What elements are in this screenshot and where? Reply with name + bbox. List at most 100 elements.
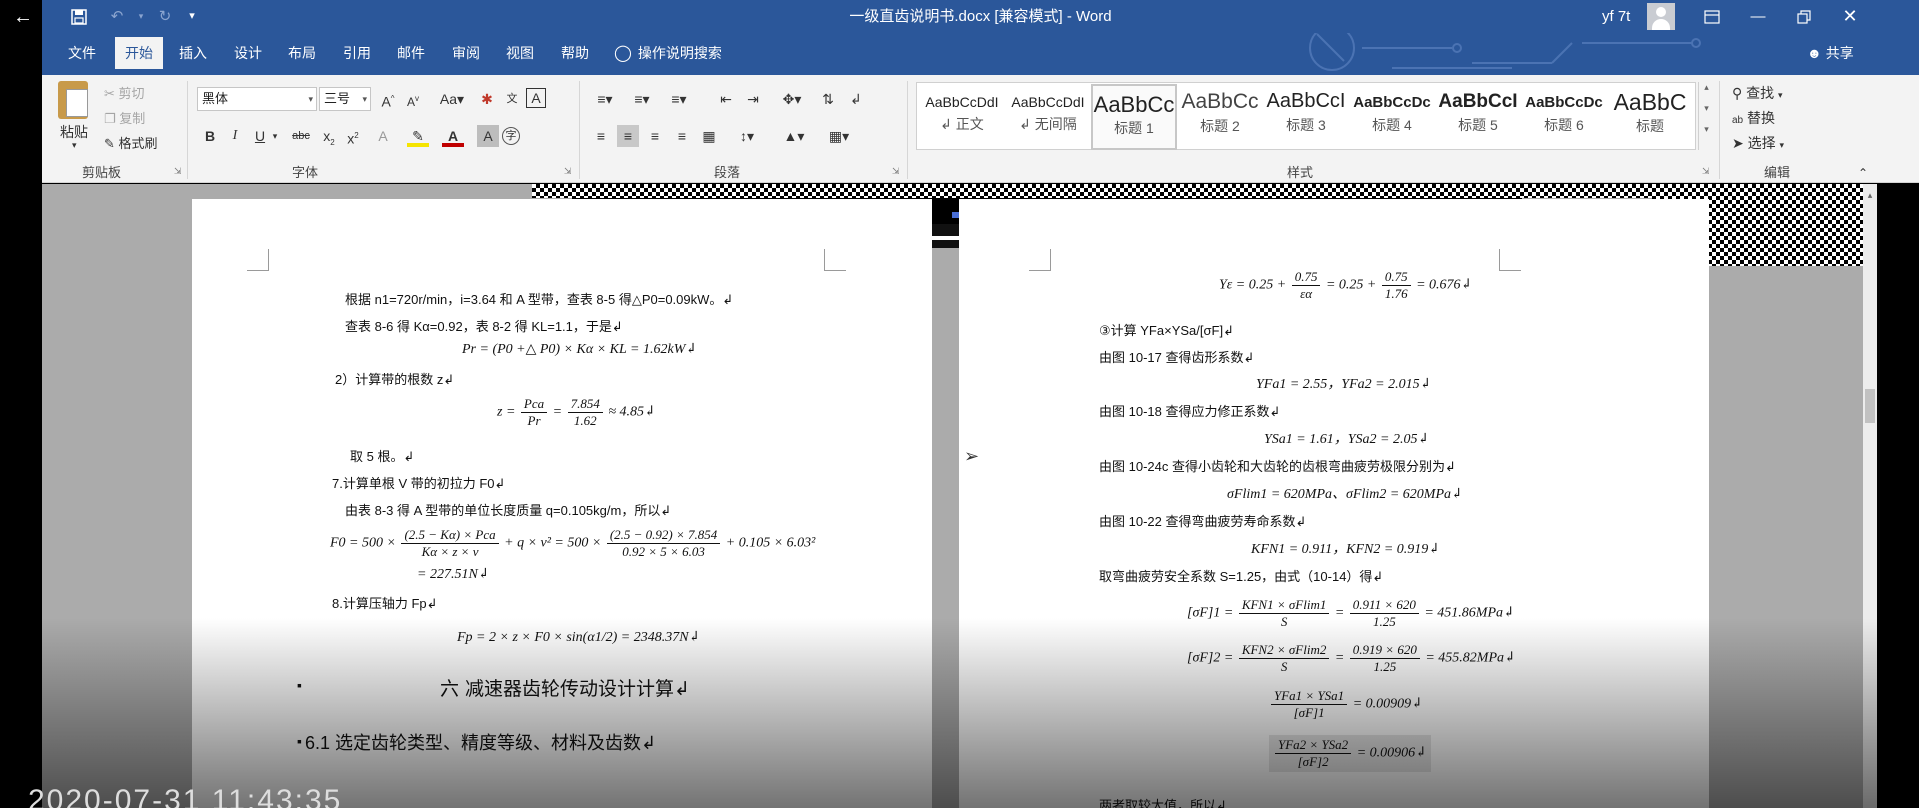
minimize-icon[interactable]: — — [1735, 0, 1781, 33]
overlay-timestamp: 2020-07-31 11:43:35 — [28, 784, 343, 808]
tab-insert[interactable]: 插入 — [169, 37, 217, 69]
tab-home[interactable]: 开始 — [115, 37, 163, 69]
tab-mailings[interactable]: 邮件 — [387, 37, 435, 69]
italic-icon[interactable]: I — [224, 125, 246, 147]
share-label: 共享 — [1825, 45, 1854, 61]
divider — [579, 81, 580, 179]
style-heading-5[interactable]: AaBbCcI 标题 5 — [1435, 84, 1521, 150]
style-normal[interactable]: AaBbCcDdI ↲ 正文 — [919, 84, 1005, 150]
borders-icon[interactable]: ▦▾ — [822, 125, 856, 147]
replace-button[interactable]: ab 替换 — [1732, 108, 1775, 128]
styles-scroll[interactable]: ▴ ▾ ▾ — [1698, 82, 1714, 150]
tab-file[interactable]: 文件 — [58, 37, 106, 69]
tab-review[interactable]: 审阅 — [442, 37, 490, 69]
document-area[interactable]: 根据 n1=720r/min，i=3.64 和 A 型带，查表 8-5 得△P0… — [42, 184, 1877, 808]
style-no-spacing[interactable]: AaBbCcDdI ↲ 无间隔 — [1005, 84, 1091, 150]
align-right-icon[interactable]: ≡ — [644, 125, 666, 147]
style-heading-2[interactable]: AaBbCc 标题 2 — [1177, 84, 1263, 150]
increase-indent-icon[interactable]: ⇥ — [742, 88, 764, 110]
copy-button[interactable]: ❐ 复制 — [104, 108, 145, 127]
vertical-scrollbar[interactable] — [1863, 184, 1877, 808]
paragraph-group-label: 段落 — [714, 165, 741, 180]
character-border-icon[interactable]: A — [526, 88, 546, 108]
scrollbar-thumb[interactable] — [1865, 389, 1875, 423]
scissors-icon: ✂ — [104, 86, 115, 101]
bold-icon[interactable]: B — [199, 125, 221, 147]
decrease-indent-icon[interactable]: ⇤ — [715, 88, 737, 110]
tab-help[interactable]: 帮助 — [551, 37, 599, 69]
paste-dropdown-icon[interactable]: ▾ — [72, 140, 77, 151]
justify-icon[interactable]: ≡ — [671, 125, 693, 147]
avatar[interactable] — [1647, 3, 1675, 30]
subscript-icon[interactable]: x2 — [318, 125, 340, 147]
tab-view[interactable]: 视图 — [496, 37, 544, 69]
sort-icon[interactable]: ⇅ — [817, 88, 839, 110]
paragraph-launcher-icon[interactable]: ⇲ — [892, 166, 900, 177]
equation: = 227.51N↲ — [417, 567, 490, 582]
paste-icon[interactable] — [58, 81, 88, 119]
select-button[interactable]: ➤ 选择 ▾ — [1732, 133, 1784, 153]
tell-me-search[interactable]: ◯ 操作说明搜索 — [614, 37, 722, 69]
equation: YFa1 × YSa1 [σF]1 = 0.00909↲ — [1269, 688, 1423, 721]
ribbon-display-options-icon[interactable] — [1689, 0, 1735, 33]
asian-layout-icon[interactable]: ✥▾ — [777, 88, 807, 110]
shading-icon[interactable]: ▲▾ — [777, 125, 811, 147]
clipboard-launcher-icon[interactable]: ⇲ — [174, 166, 182, 177]
style-heading-1[interactable]: AaBbCc 标题 1 — [1091, 84, 1177, 150]
styles-launcher-icon[interactable]: ⇲ — [1702, 166, 1710, 177]
collapse-ribbon-icon[interactable]: ⌃ — [1858, 166, 1868, 180]
share-button[interactable]: ☻ 共享 — [1807, 37, 1854, 69]
style-heading-3[interactable]: AaBbCcI 标题 3 — [1263, 84, 1349, 150]
underline-dropdown-icon[interactable]: ▾ — [269, 125, 281, 147]
bullet: ▪ — [297, 733, 302, 749]
format-painter-button[interactable]: ✎ 格式刷 — [104, 133, 158, 152]
distributed-icon[interactable]: ▦ — [698, 125, 720, 147]
font-name-combo[interactable]: 黑体 ▾ — [197, 87, 317, 111]
align-center-icon[interactable]: ≡ — [617, 125, 639, 147]
cut-button[interactable]: ✂ 剪切 — [104, 83, 145, 102]
enclose-characters-icon[interactable]: 字 — [502, 127, 520, 145]
style-title[interactable]: AaBbC 标题 — [1607, 84, 1693, 150]
divider — [1719, 81, 1720, 179]
clear-formatting-icon[interactable]: ✱ — [476, 88, 498, 110]
user-name[interactable]: yf 7t — [1602, 0, 1630, 33]
find-button[interactable]: ⚲ 查找 ▾ — [1732, 83, 1783, 103]
font-size-combo[interactable]: 三号 ▾ — [319, 87, 371, 111]
styles-gallery[interactable]: AaBbCcDdI ↲ 正文 AaBbCcDdI ↲ 无间隔 AaBbCc 标题 1 … — [916, 82, 1696, 150]
text-effects-icon[interactable]: A — [372, 125, 394, 147]
strikethrough-icon[interactable]: abc — [287, 125, 315, 147]
style-heading-6[interactable]: AaBbCcDc 标题 6 — [1521, 84, 1607, 150]
line-spacing-icon[interactable]: ↕▾ — [732, 125, 762, 147]
paragraph: 两者取较大值，所以↲ — [1099, 798, 1227, 808]
scroll-up-icon[interactable]: ▴ — [1863, 190, 1877, 201]
bullets-icon[interactable]: ≡▾ — [590, 88, 620, 110]
page-right[interactable]: Yε = 0.25 + 0.75 εα = 0.25 + 0.75 1.76 = 0… — [959, 199, 1709, 808]
style-heading-4[interactable]: AaBbCcDc 标题 4 — [1349, 84, 1435, 150]
character-shading-icon[interactable]: A — [477, 125, 499, 147]
paragraph: 由图 10-17 查得齿形系数↲ — [1099, 350, 1255, 365]
tab-design[interactable]: 设计 — [224, 37, 272, 69]
underline-icon[interactable]: U — [249, 125, 271, 147]
tab-layout[interactable]: 布局 — [278, 37, 326, 69]
font-color-icon[interactable]: A — [442, 125, 464, 147]
restore-icon[interactable] — [1781, 0, 1827, 33]
align-left-icon[interactable]: ≡ — [590, 125, 612, 147]
show-marks-icon[interactable]: ↲ — [845, 88, 867, 110]
font-launcher-icon[interactable]: ⇲ — [564, 166, 572, 177]
numbering-icon[interactable]: ≡▾ — [627, 88, 657, 110]
paragraph: 由图 10-18 查得应力修正系数↲ — [1099, 404, 1281, 419]
pinyin-guide-icon[interactable]: 文 — [501, 88, 523, 110]
multilevel-list-icon[interactable]: ≡▾ — [664, 88, 694, 110]
page-left[interactable]: 根据 n1=720r/min，i=3.64 和 A 型带，查表 8-5 得△P0… — [192, 199, 932, 808]
close-icon[interactable]: ✕ — [1827, 0, 1873, 33]
crop-mark — [247, 249, 269, 271]
highlight-icon[interactable]: ✎ — [407, 125, 429, 147]
change-case-icon[interactable]: Aa▾ — [437, 88, 467, 110]
arrow-left-icon[interactable]: ← — [10, 6, 36, 28]
superscript-icon[interactable]: x2 — [342, 125, 364, 147]
paste-button[interactable]: 粘贴 — [60, 122, 88, 142]
grow-font-icon[interactable]: A^ — [377, 88, 399, 110]
tab-references[interactable]: 引用 — [333, 37, 381, 69]
equation: [σF]1 = KFN1 × σFlim1 S = 0.911 × 620 1.25… — [1187, 597, 1515, 629]
shrink-font-icon[interactable]: Av — [402, 88, 424, 110]
